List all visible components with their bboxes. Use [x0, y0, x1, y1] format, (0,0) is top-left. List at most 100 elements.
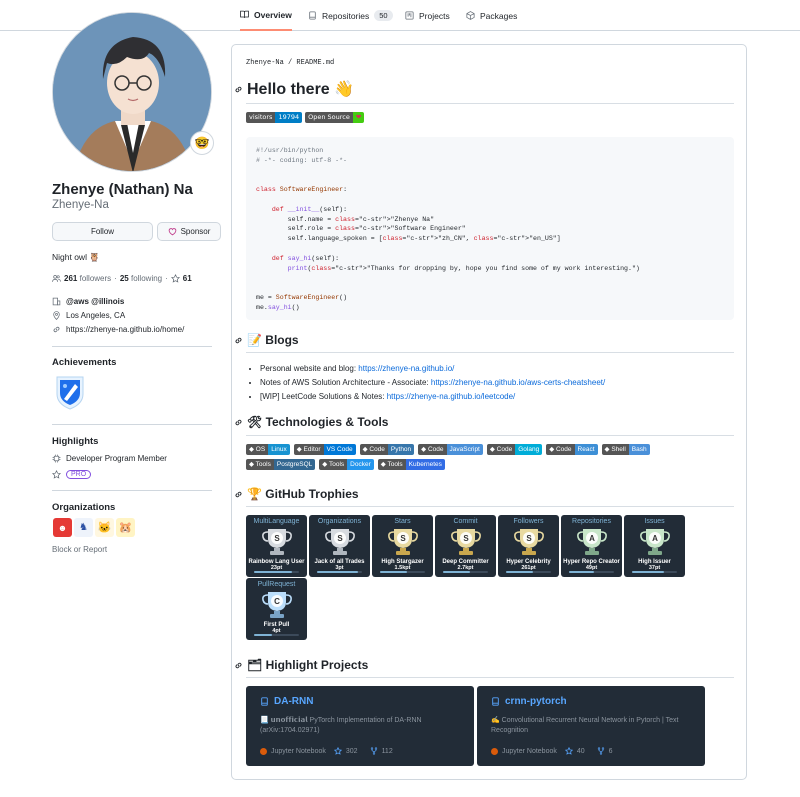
- profile-company: @aws @illinois: [52, 297, 124, 306]
- trophies-heading: 🏆 GitHub Trophies: [234, 487, 359, 501]
- anchor-link-icon[interactable]: [234, 418, 243, 427]
- trophy-followers: Followers S Hyper Celebrity 261pt: [498, 515, 559, 577]
- trophy-cup-icon: S: [450, 529, 481, 555]
- location-icon: [53, 311, 60, 320]
- code-line: # -*- coding: utf-8 -*-: [256, 156, 348, 164]
- trophy-progress: [254, 634, 299, 636]
- badge-left: ◆ Tools: [319, 459, 348, 470]
- project-card-crnn-pytorch[interactable]: crnn-pytorch ✍️ Convolutional Recurrent …: [477, 686, 705, 766]
- status-emoji-badge[interactable]: 🤓: [190, 131, 214, 155]
- svg-text:A: A: [652, 534, 658, 543]
- svg-text:S: S: [337, 534, 343, 543]
- highlight-text[interactable]: Developer Program Member: [66, 454, 167, 463]
- location-text: Los Angeles, CA: [66, 311, 126, 320]
- project-language: Jupyter Notebook: [502, 747, 557, 755]
- tech-badge-react[interactable]: ◆ Code React: [546, 444, 598, 455]
- trophy-progress-fill: [443, 571, 470, 573]
- divider: [52, 490, 212, 491]
- badge-right: JavaScript: [446, 444, 483, 455]
- org-avatar-1[interactable]: ☻: [53, 518, 72, 537]
- trophy-progress-fill: [317, 571, 358, 573]
- profile-location: Los Angeles, CA: [52, 311, 125, 320]
- readme-path-user[interactable]: Zhenye-Na: [246, 59, 284, 67]
- tech-badge-kubernetes[interactable]: ◆ Tools Kubernetes: [377, 459, 445, 470]
- achievement-badge[interactable]: [53, 374, 87, 410]
- trophy-commit: Commit S Deep Committer 2.7kpt: [435, 515, 496, 577]
- tab-repositories[interactable]: Repositories 50: [308, 0, 393, 31]
- tab-label: Overview: [254, 9, 292, 20]
- following-count: 25: [119, 274, 129, 283]
- org-avatar-2[interactable]: ♞: [74, 518, 93, 537]
- badge-left: ◆ Editor: [293, 444, 324, 455]
- following-link[interactable]: 25 following: [120, 274, 162, 283]
- projects-heading-text: 🗂 Highlight Projects: [247, 658, 369, 672]
- anchor-link-icon[interactable]: [234, 661, 243, 670]
- tech-badge-linux[interactable]: ◆ OS Linux: [246, 444, 290, 455]
- stars-count[interactable]: 61: [183, 274, 192, 283]
- trophies-heading-text: 🏆 GitHub Trophies: [247, 487, 359, 501]
- company-text[interactable]: @aws @illinois: [66, 297, 124, 306]
- avatar-container: 🤓: [52, 12, 214, 172]
- org-avatar-3[interactable]: 🐱: [95, 518, 114, 537]
- trophy-progress-fill: [506, 571, 533, 573]
- status-emoji-icon: 🤓: [194, 136, 210, 150]
- separator-dot: ·: [165, 274, 168, 283]
- blog-link[interactable]: https://zhenye-na.github.io/aws-certs-ch…: [431, 378, 605, 387]
- org-avatar-4[interactable]: 🐹: [116, 518, 135, 537]
- blog-link[interactable]: https://zhenye-na.github.io/: [358, 364, 454, 373]
- badge-right: Linux: [268, 444, 290, 455]
- project-name[interactable]: DA-RNN: [274, 696, 313, 707]
- tab-projects[interactable]: Projects: [405, 0, 450, 31]
- tech-badge-python[interactable]: ◆ Code Python: [359, 444, 415, 455]
- tech-badge-bash[interactable]: ◆ Shell Bash: [601, 444, 650, 455]
- shipit-achievement-icon: [56, 376, 84, 410]
- anchor-link-icon[interactable]: [234, 490, 243, 499]
- divider: [246, 677, 734, 678]
- project-name[interactable]: crnn-pytorch: [505, 696, 567, 707]
- tech-badge-golang[interactable]: ◆ Code Golang: [486, 444, 543, 455]
- anchor-link-icon[interactable]: [234, 336, 243, 345]
- trophy-cup-icon: A: [576, 529, 607, 555]
- visitors-badge[interactable]: visitors 19794: [246, 112, 303, 123]
- svg-text:S: S: [400, 534, 406, 543]
- project-language: Jupyter Notebook: [271, 747, 326, 755]
- tech-heading-text: 🛠 Technologies & Tools: [247, 415, 389, 429]
- followers-link[interactable]: 261 followers: [64, 274, 111, 283]
- highlights-heading: Highlights: [52, 436, 99, 447]
- readme-title-text: Hello there 👋: [247, 81, 355, 98]
- tech-badge-javascript[interactable]: ◆ Code JavaScript: [418, 444, 483, 455]
- trophy-category: Followers: [513, 518, 544, 525]
- open-source-badge[interactable]: Open Source ❤: [305, 112, 365, 123]
- trophy-repositories: Repositories A Hyper Repo Creator 49pt: [561, 515, 622, 577]
- block-report-link[interactable]: Block or Report: [52, 545, 107, 554]
- profile-username: Zhenye-Na: [52, 199, 109, 211]
- follow-button-label: Follow: [90, 227, 115, 236]
- trophy-progress-fill: [569, 571, 594, 573]
- blogs-heading: 📝 Blogs: [234, 333, 299, 347]
- follow-button[interactable]: Follow: [52, 222, 153, 241]
- badge-left: ◆ Tools: [246, 459, 274, 470]
- code-line: self.language_spoken = [class="c-str">"z…: [256, 235, 561, 243]
- org-logo-icon: 🐱: [97, 522, 112, 534]
- blog-link[interactable]: https://zhenye-na.github.io/leetcode/: [387, 392, 516, 401]
- trophy-category: Repositories: [572, 518, 611, 525]
- tab-packages[interactable]: Packages: [466, 0, 517, 31]
- tech-badges-row: ◆ Tools PostgreSQL ◆ Tools Docker ◆ Tools Kub…: [246, 459, 445, 470]
- achievements-heading[interactable]: Achievements: [52, 357, 116, 368]
- website-link[interactable]: https://zhenye-na.github.io/home/: [66, 325, 184, 334]
- code-line: def say_hi(self):: [271, 254, 340, 262]
- tab-overview[interactable]: Overview: [240, 0, 292, 31]
- trophy-cup-icon: A: [639, 529, 670, 555]
- highlight-item: Developer Program Member: [52, 454, 167, 463]
- divider: [246, 352, 734, 353]
- sponsor-button[interactable]: Sponsor: [157, 222, 221, 241]
- trophy-category: Organizations: [317, 518, 362, 525]
- avatar[interactable]: [52, 12, 212, 172]
- tech-badge-vs-code[interactable]: ◆ Editor VS Code: [293, 444, 356, 455]
- tech-badge-docker[interactable]: ◆ Tools Docker: [319, 459, 374, 470]
- project-card-da-rnn[interactable]: DA-RNN 📃 𝘂𝗻𝗼𝗳𝗳𝗶𝗰𝗶𝗮𝗹 PyTorch Implementati…: [246, 686, 474, 766]
- tech-badge-postgresql[interactable]: ◆ Tools PostgreSQL: [246, 459, 316, 470]
- organization-icon: [52, 297, 61, 306]
- anchor-link-icon[interactable]: [234, 85, 243, 94]
- followers-label: followers: [79, 274, 112, 283]
